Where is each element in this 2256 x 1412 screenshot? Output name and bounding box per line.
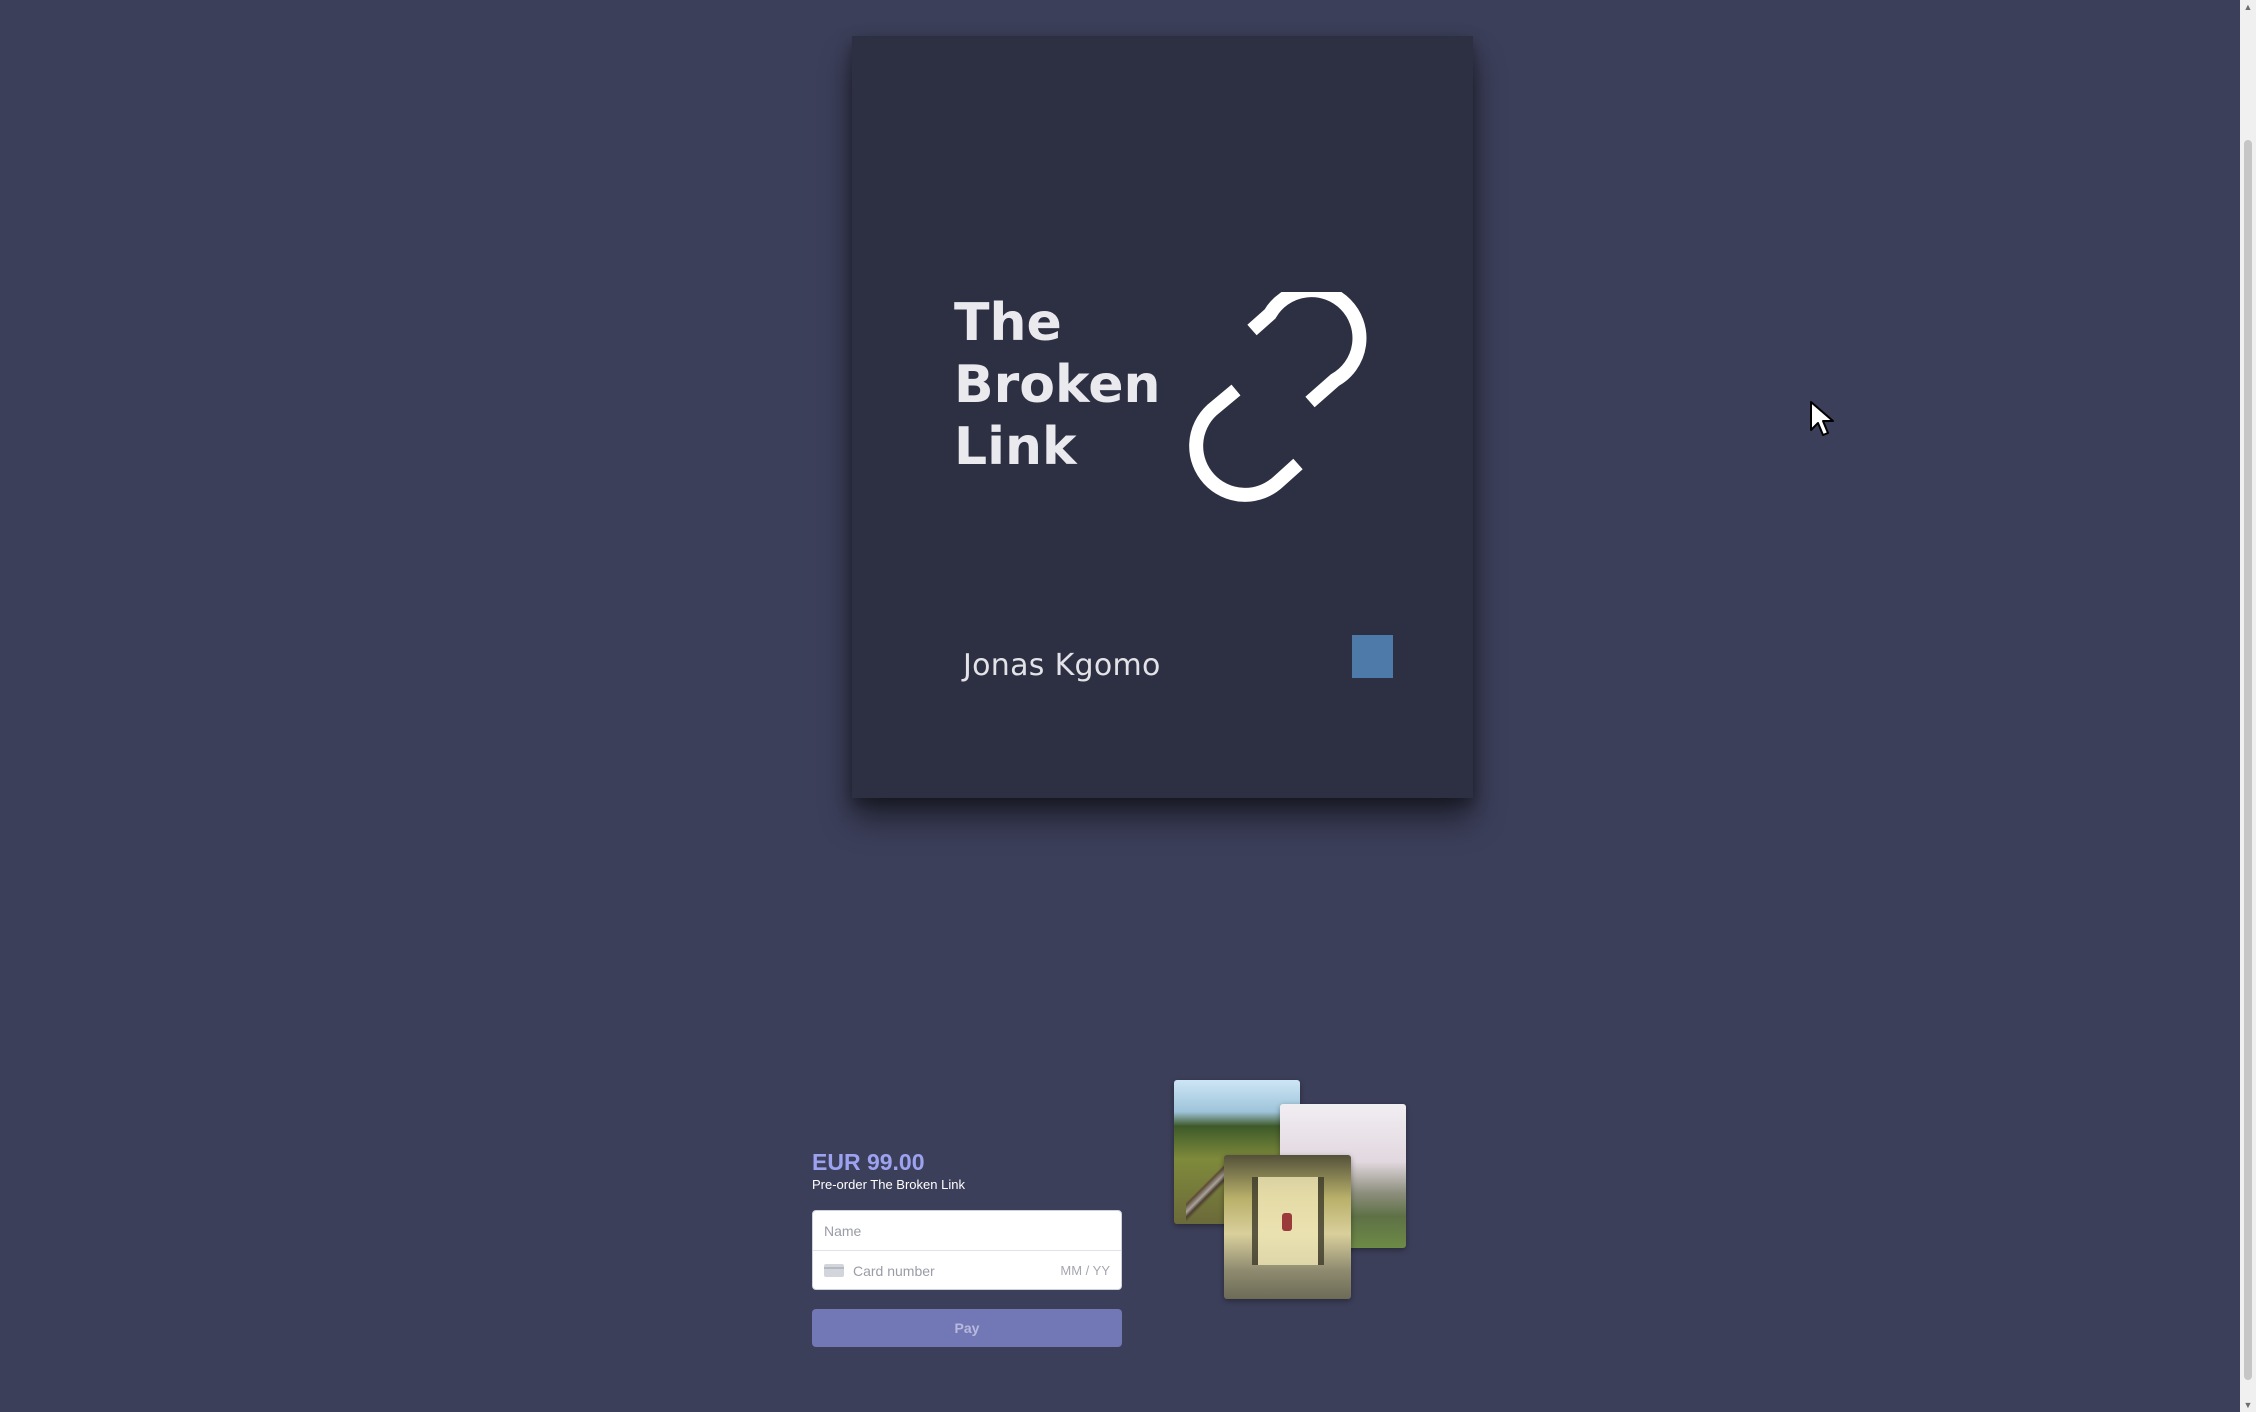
broken-link-icon (1189, 292, 1367, 502)
card-details-box: Name Card number MM / YY (812, 1210, 1122, 1290)
card-number-field[interactable]: Card number (853, 1263, 1060, 1279)
book-title-line: The (954, 293, 1062, 353)
mouse-cursor-icon (1810, 401, 1834, 436)
scrollbar-thumb[interactable] (2244, 140, 2252, 1380)
vertical-scrollbar[interactable]: ▲ ▼ (2240, 0, 2256, 1412)
pay-button-label: Pay (954, 1320, 980, 1336)
book-author: Jonas Kgomo (963, 648, 1161, 683)
price-label: EUR 99.00 (812, 1149, 925, 1175)
product-description: Pre-order The Broken Link (812, 1177, 965, 1192)
name-placeholder: Name (824, 1222, 862, 1239)
pay-button[interactable]: Pay (812, 1309, 1122, 1347)
photo-stack (1174, 1080, 1406, 1300)
page: The Broken Link Jonas Kgomo EUR 99.00 Pr… (0, 0, 2256, 1412)
book-cover: The Broken Link Jonas Kgomo (852, 36, 1473, 798)
scroll-down-icon[interactable]: ▼ (2240, 1398, 2256, 1412)
card-row[interactable]: Card number MM / YY (813, 1250, 1121, 1289)
expiry-field[interactable]: MM / YY (1060, 1263, 1110, 1278)
cover-accent-square (1352, 635, 1393, 678)
book-title: The Broken Link (954, 292, 1184, 478)
credit-card-icon (824, 1264, 844, 1277)
checkout-form: EUR 99.00 Pre-order The Broken Link Name… (812, 1148, 1122, 1347)
name-field[interactable]: Name (813, 1211, 1121, 1250)
train-interior-photo (1224, 1155, 1351, 1299)
book-title-line: Link (954, 417, 1077, 477)
book-title-line: Broken (954, 355, 1161, 415)
scroll-up-icon[interactable]: ▲ (2240, 0, 2256, 14)
